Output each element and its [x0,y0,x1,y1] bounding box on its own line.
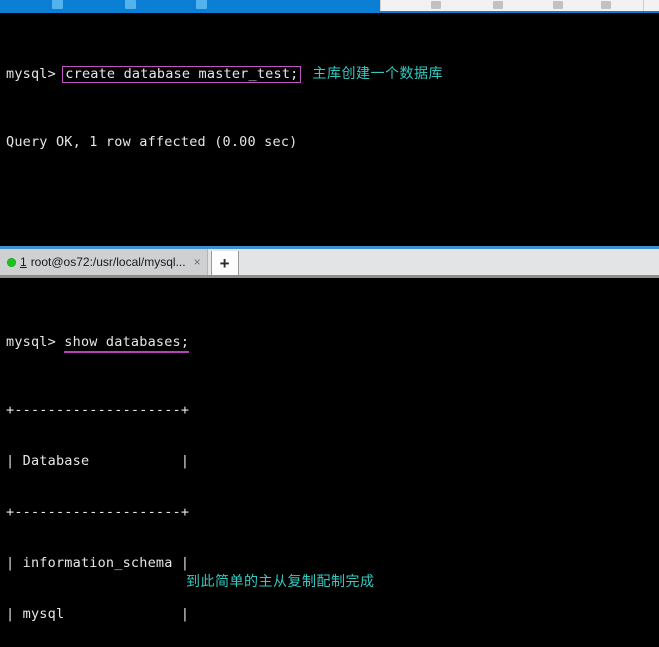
tabbar-empty-area [238,249,659,275]
console-line: Query OK, 1 row affected (0.00 sec) [6,134,298,150]
prompt: mysql> [6,334,65,350]
close-icon[interactable]: × [194,255,201,269]
tab-title-label: root@os72:/usr/local/mysql... [30,255,186,269]
toolbar-icon-6[interactable] [553,1,563,9]
toolbar-icon-4[interactable] [431,1,441,9]
console-line: | information_schema | [6,555,190,571]
console-line: | mysql | [6,606,190,622]
console-line: +--------------------+ [6,402,190,418]
application-toolbar [0,0,659,11]
console-line: mysql> create database master_test; 主库创建一… [6,66,659,83]
master-console-text: mysql> create database master_test; 主库创建一… [6,15,659,246]
plus-icon: + [219,253,230,273]
footer-annotation-text: 到此简单的主从复制配制完成 [186,574,375,590]
terminal-tab-1[interactable]: 1 root@os72:/usr/local/mysql... × [0,249,208,275]
toolbar-icon-5[interactable] [493,1,503,9]
annotation-text: 主库创建一个数据库 [312,66,443,82]
slave-console-text: mysql> show databases; +----------------… [6,283,659,647]
toolbar-icon-1[interactable] [52,0,63,9]
toolbar-light-section [380,0,659,11]
console-line: mysql> show databases; [6,334,659,353]
console-line: | Database | [6,453,190,469]
toolbar-separator [643,0,644,11]
console-line: +--------------------+ [6,504,190,520]
toolbar-icon-7[interactable] [601,1,611,9]
slave-window-tabbar: 1 root@os72:/usr/local/mysql... × + [0,249,659,278]
highlighted-command: create database master_test; [62,66,302,83]
tab-index-label: 1 [20,255,27,269]
underlined-command: show databases; [64,334,190,353]
master-terminal-window[interactable]: mysql> create database master_test; 主库创建一… [0,13,659,246]
toolbar-icon-2[interactable] [125,0,136,9]
slave-terminal-window[interactable]: mysql> show databases; +----------------… [0,281,659,647]
prompt: mysql> [6,66,65,82]
toolbar-blue-section [0,0,380,11]
tab-status-dot-icon [7,257,16,267]
toolbar-icon-3[interactable] [196,0,207,9]
new-tab-button[interactable]: + [210,251,239,275]
desktop-screen: mysql> create database master_test; 主库创建一… [0,0,659,647]
